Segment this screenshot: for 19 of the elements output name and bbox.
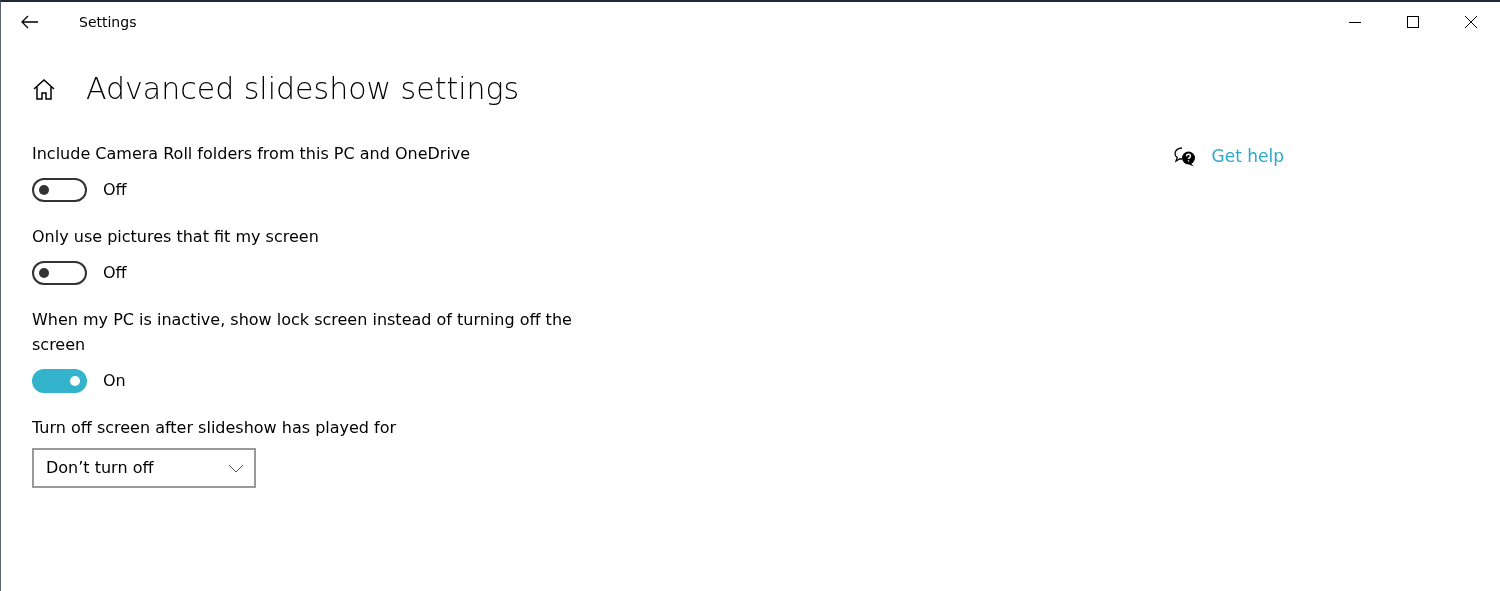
close-icon bbox=[1465, 16, 1477, 28]
setting-label: Only use pictures that fit my screen bbox=[32, 226, 320, 248]
window-title: Settings bbox=[79, 12, 137, 32]
toggle-switch[interactable] bbox=[32, 261, 87, 285]
page-title: Advanced slideshow settings bbox=[86, 72, 520, 105]
toggle-state: Off bbox=[103, 262, 127, 284]
setting-label: Turn off screen after slideshow has played for bbox=[32, 417, 398, 439]
maximize-icon bbox=[1407, 16, 1419, 28]
help-chat-icon bbox=[1173, 146, 1196, 167]
chevron-down-icon bbox=[228, 463, 244, 473]
setting-label: When my PC is inactive, show lock screen instead of turning off the screen bbox=[32, 309, 573, 356]
toggle-switch[interactable] bbox=[32, 178, 87, 202]
toggle-state: On bbox=[103, 370, 126, 392]
dropdown[interactable]: Don’t turn off bbox=[32, 448, 256, 488]
back-arrow-icon bbox=[21, 15, 39, 29]
toggle-switch[interactable] bbox=[32, 369, 87, 393]
home-icon[interactable] bbox=[32, 77, 56, 100]
toggle-state: Off bbox=[103, 179, 127, 201]
setting-label: Include Camera Roll folders from this PC and OneDrive bbox=[32, 143, 472, 165]
